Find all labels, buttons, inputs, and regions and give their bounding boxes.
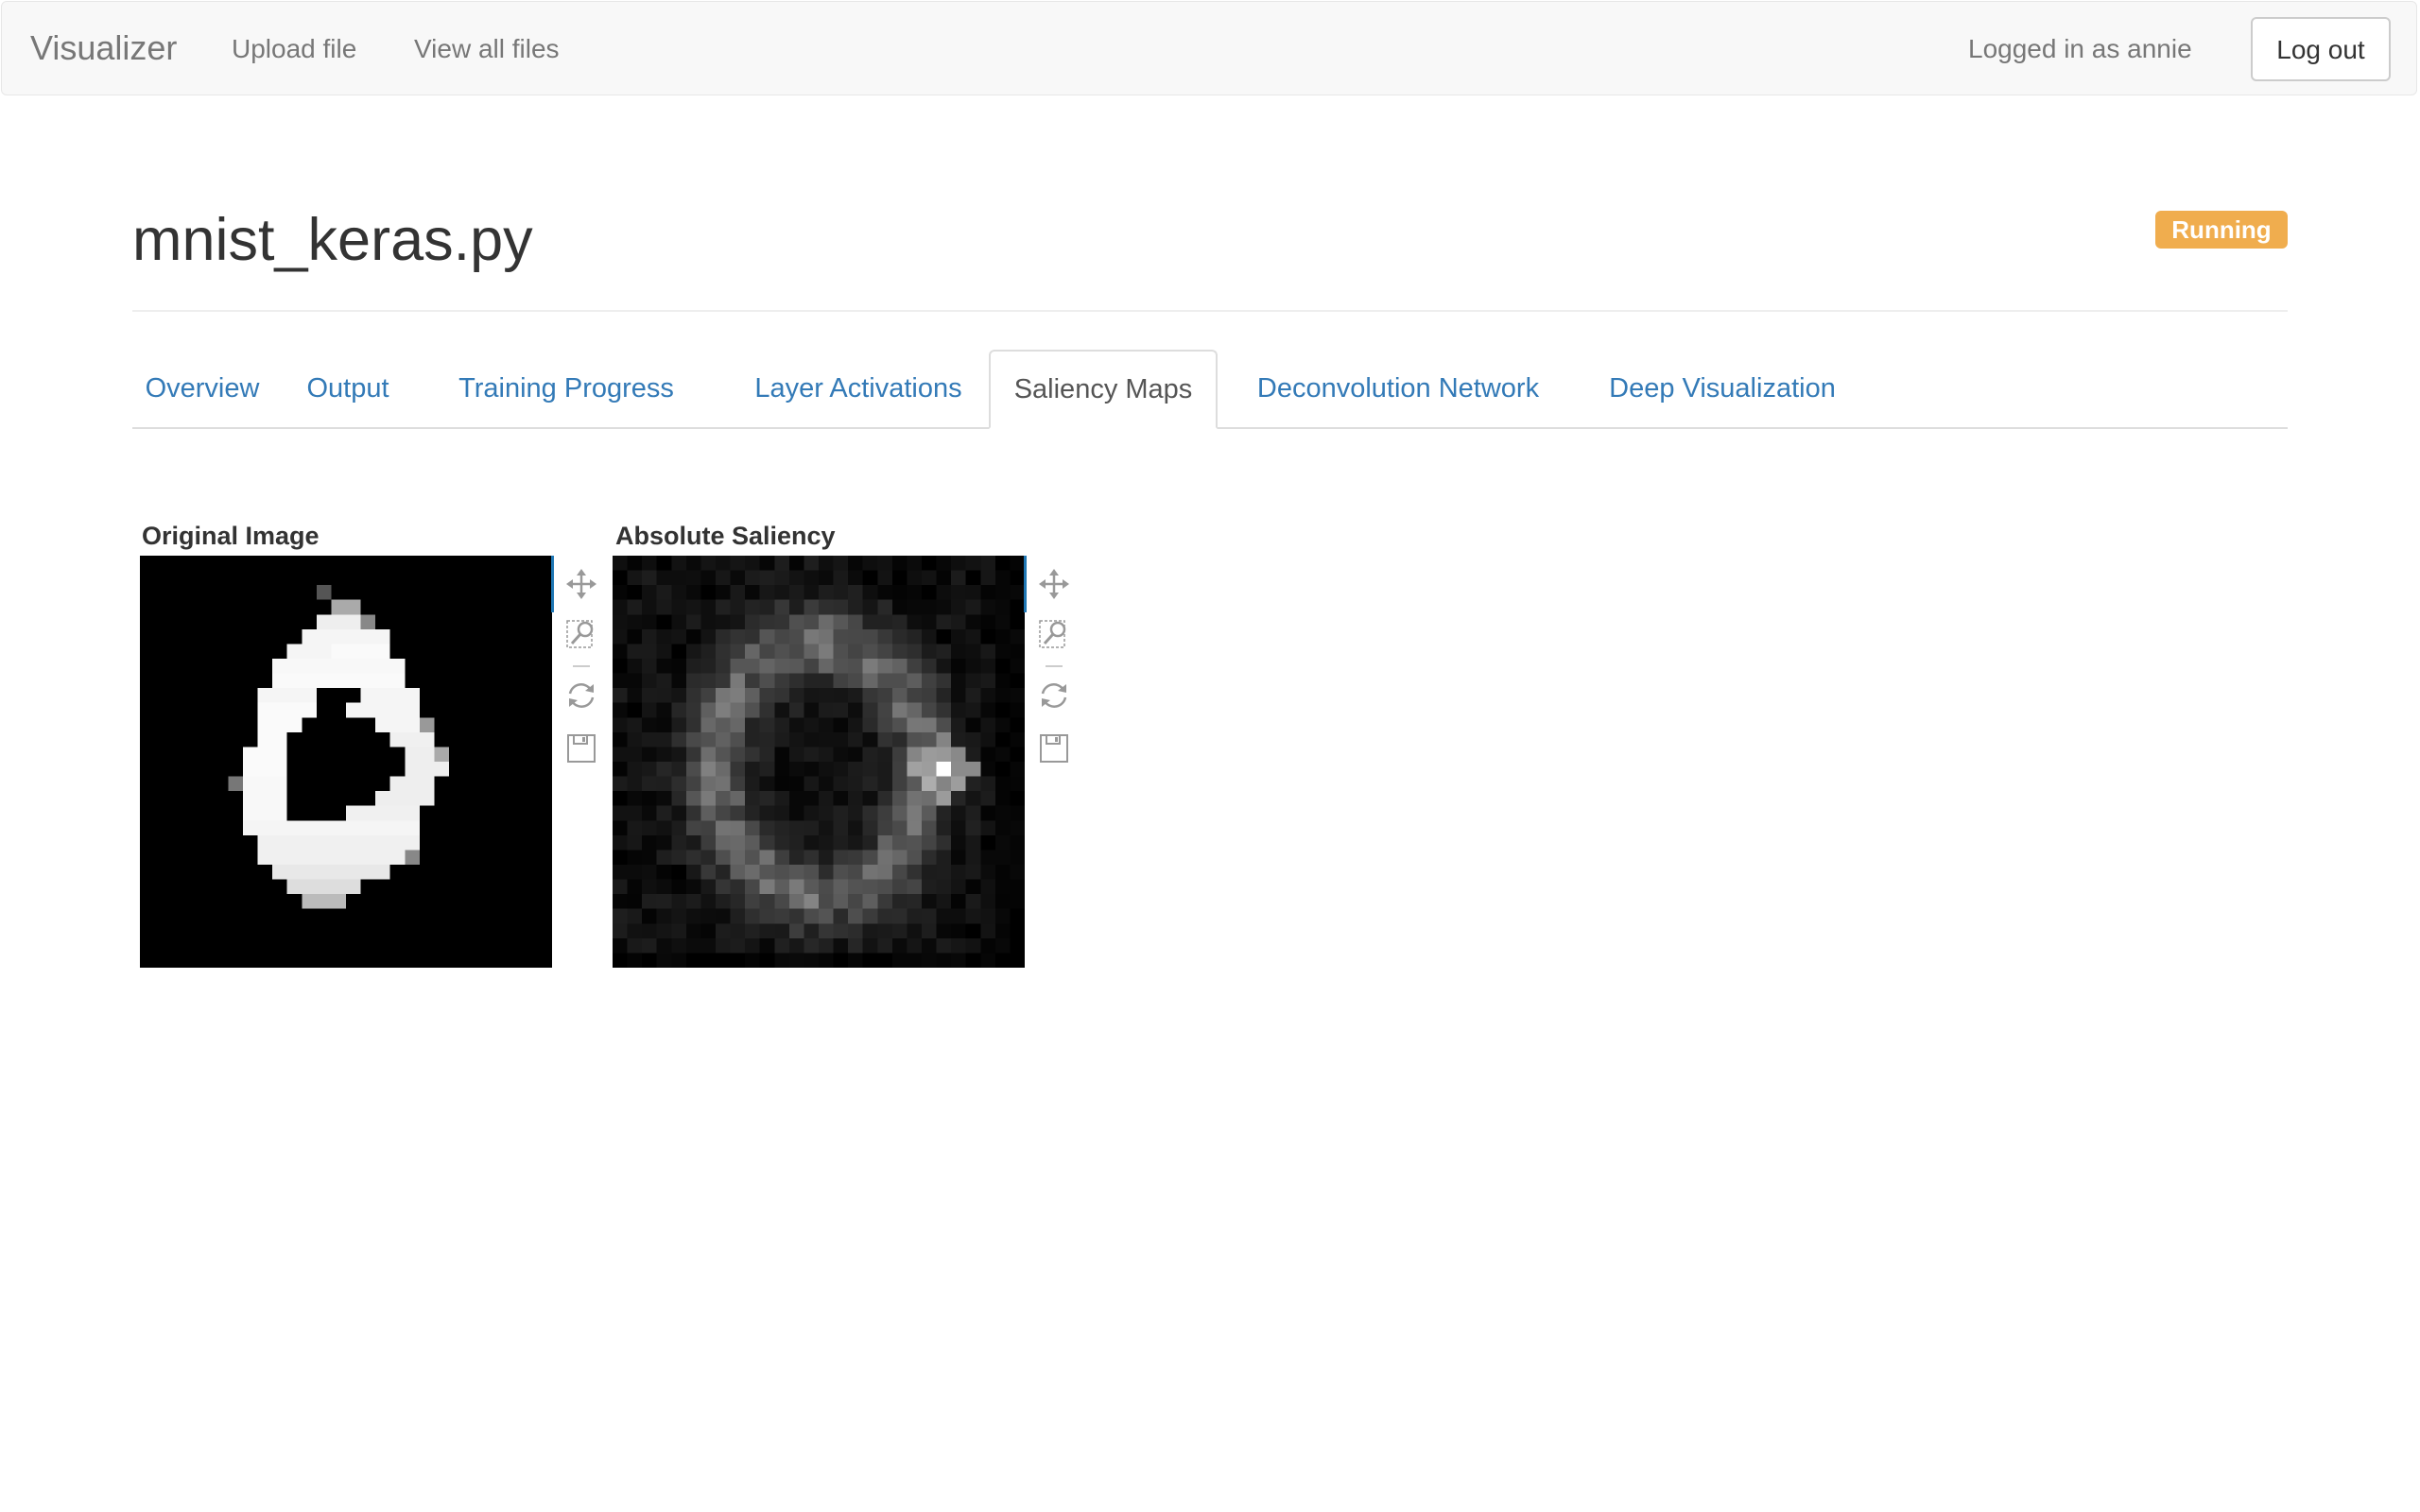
view-all-files-link[interactable]: View all files (414, 34, 560, 64)
brand-logo[interactable]: Visualizer (30, 28, 177, 68)
zoom-box-icon[interactable] (564, 618, 598, 652)
status-badge: Running (2155, 211, 2288, 249)
absolute-saliency-plot[interactable] (613, 556, 1025, 968)
logged-in-text: Logged in as annie (1968, 34, 2192, 63)
zoom-box-icon[interactable] (1037, 618, 1071, 652)
tab-deep-visualization[interactable]: Deep Visualization (1581, 350, 1864, 427)
saliency-plot-edge (1024, 556, 1027, 612)
tab-saliency-maps[interactable]: Saliency Maps (989, 350, 1218, 429)
tab-deconvolution-network[interactable]: Deconvolution Network (1240, 350, 1556, 427)
tab-overview[interactable]: Overview (132, 350, 272, 427)
tab-output[interactable]: Output (295, 350, 401, 427)
logout-button[interactable]: Log out (2251, 17, 2391, 81)
top-navbar: Visualizer Upload file View all files Lo… (1, 1, 2417, 95)
save-icon[interactable] (1037, 731, 1071, 765)
tab-bar: Overview Output Training Progress Layer … (132, 350, 2288, 429)
toolbar-divider (1046, 665, 1063, 667)
saliency-heatmap (613, 556, 1025, 968)
absolute-saliency-title: Absolute Saliency (615, 522, 836, 550)
original-image-plot[interactable] (140, 556, 552, 968)
reset-icon[interactable] (564, 679, 598, 713)
original-image-title: Original Image (142, 522, 320, 550)
tab-training-progress[interactable]: Training Progress (444, 350, 688, 427)
title-divider (132, 310, 2288, 312)
upload-file-link[interactable]: Upload file (232, 34, 356, 64)
move-icon[interactable] (564, 567, 598, 601)
move-icon[interactable] (1037, 567, 1071, 601)
original-plot-edge (551, 556, 554, 612)
save-icon[interactable] (564, 731, 598, 765)
toolbar-divider (573, 665, 590, 667)
page-title: mnist_keras.py (132, 207, 533, 273)
tab-layer-activations[interactable]: Layer Activations (730, 350, 987, 427)
reset-icon[interactable] (1037, 679, 1071, 713)
